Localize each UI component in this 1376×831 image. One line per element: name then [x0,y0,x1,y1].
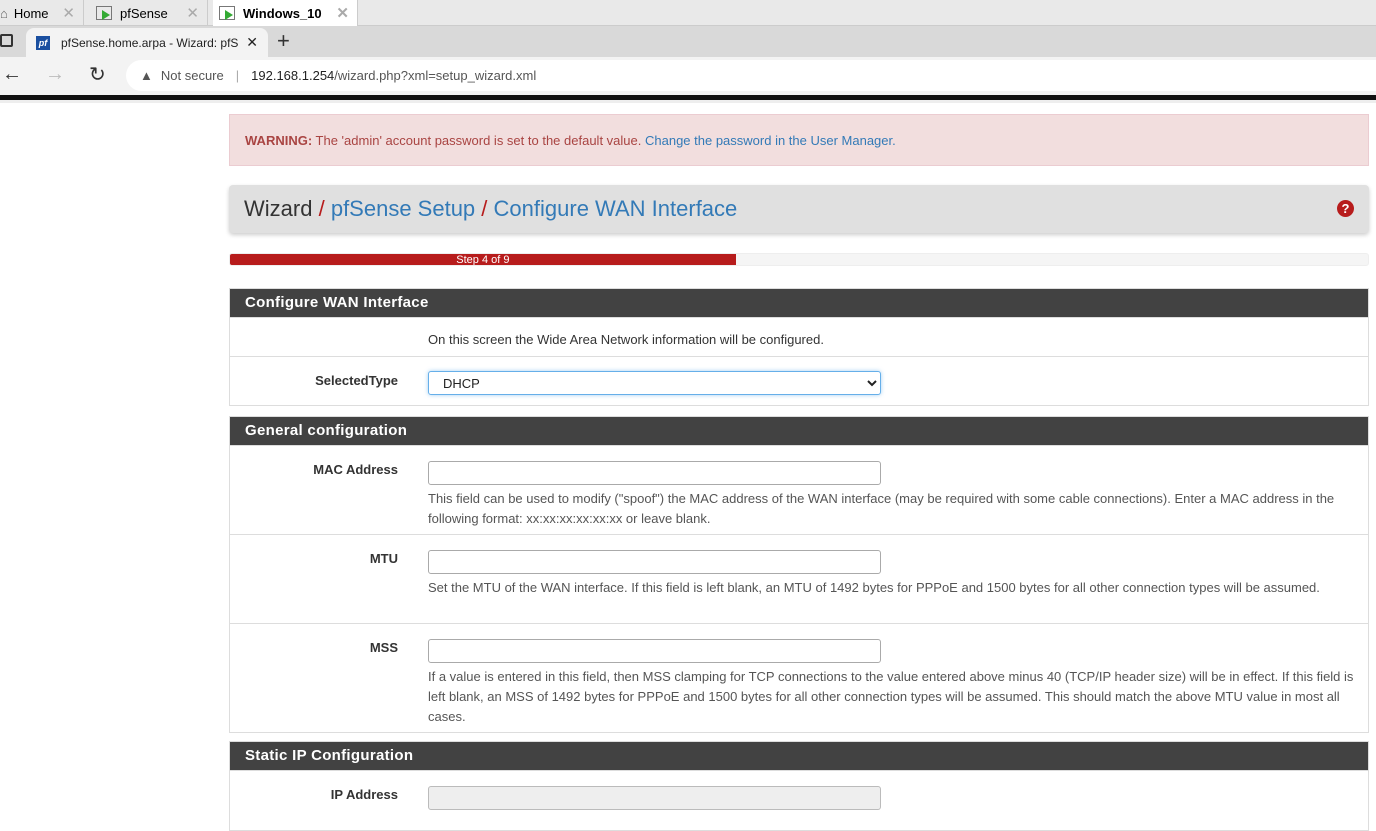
tab-actions-icon[interactable] [0,34,13,47]
progress-bar: Step 4 of 9 [229,253,1369,266]
vm-icon [96,6,112,20]
help-icon[interactable]: ? [1337,200,1354,217]
panel-static-ip: Static IP Configuration IP Address [229,741,1369,831]
warning-icon: ▲ [140,68,153,83]
intro-text: On this screen the Wide Area Network inf… [428,332,824,347]
close-tab-icon[interactable]: ✕ [246,34,258,51]
default-password-warning: WARNING: The 'admin' account password is… [229,114,1369,166]
selected-type-label: SelectedType [315,373,398,388]
selected-type-select[interactable]: DHCP [428,371,881,395]
back-icon[interactable]: ← [2,63,22,86]
vm-tab-bar: ⌂ Home ✕ pfSense ✕ Windows_10 ✕ [0,0,1376,26]
pfsense-favicon: pf [36,35,50,50]
forward-icon[interactable]: → [45,63,65,86]
address-bar-row: ← → ↻ ▲ Not secure | 192.168.1.254/wizar… [0,57,1376,95]
vm-icon [219,6,235,20]
url-bar[interactable]: ▲ Not secure | 192.168.1.254/wizard.php?… [126,60,1376,91]
close-icon[interactable]: ✕ [186,4,199,22]
user-manager-link[interactable]: Change the password in the User Manager. [645,133,896,148]
mac-help: This field can be used to modify ("spoof… [428,491,1335,526]
breadcrumb-current[interactable]: Configure WAN Interface [494,196,738,221]
panel-heading: General configuration [230,417,1368,445]
close-icon[interactable]: ✕ [336,4,349,22]
panel-heading: Configure WAN Interface [230,289,1368,317]
mac-address-input[interactable] [428,461,881,485]
breadcrumb: Wizard / pfSense Setup / Configure WAN I… [229,185,1369,233]
panel-configure-wan: Configure WAN Interface On this screen t… [229,288,1369,406]
mss-label: MSS [369,640,398,655]
mtu-label: MTU [369,551,398,566]
panel-general-config: General configuration MAC Address This f… [229,416,1369,733]
home-icon: ⌂ [0,5,8,21]
panel-heading: Static IP Configuration [230,742,1368,770]
browser-tab-strip: pf pfSense.home.arpa - Wizard: pfS ✕ + [0,26,1376,57]
browser-tab[interactable]: pf pfSense.home.arpa - Wizard: pfS ✕ [26,28,268,57]
mtu-input[interactable] [428,550,881,574]
breadcrumb-setup[interactable]: pfSense Setup [331,196,475,221]
mtu-help: Set the MTU of the WAN interface. If thi… [428,580,1320,595]
vm-tab-windows10[interactable]: Windows_10 ✕ [213,0,358,26]
new-tab-button[interactable]: + [277,28,290,54]
mss-help: If a value is entered in this field, the… [428,669,1354,724]
vm-tab-home[interactable]: ⌂ Home ✕ [0,0,84,26]
vm-tab-pfsense[interactable]: pfSense ✕ [90,0,208,26]
ip-address-input[interactable] [428,786,881,810]
progress-fill: Step 4 of 9 [230,254,736,265]
reload-icon[interactable]: ↻ [89,62,106,87]
ip-address-label: IP Address [330,787,398,802]
navbar [0,95,1376,103]
mss-input[interactable] [428,639,881,663]
mac-label: MAC Address [313,462,398,477]
close-icon[interactable]: ✕ [62,4,75,22]
